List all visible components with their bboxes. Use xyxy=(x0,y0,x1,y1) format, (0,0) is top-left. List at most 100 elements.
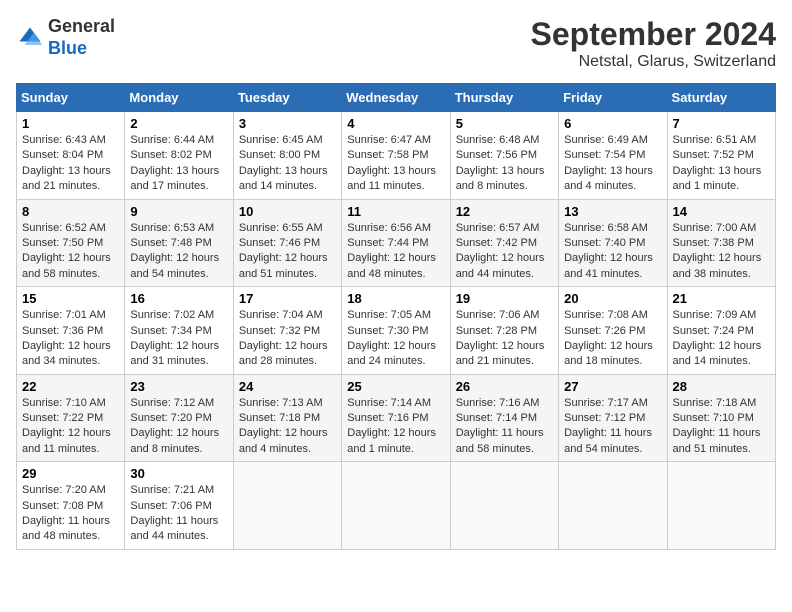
day-info: Sunrise: 6:51 AM Sunset: 7:52 PM Dayligh… xyxy=(673,133,770,195)
day-info: Sunrise: 6:52 AM Sunset: 7:50 PM Dayligh… xyxy=(22,221,119,283)
calendar-day-cell: 14Sunrise: 7:00 AM Sunset: 7:38 PM Dayli… xyxy=(667,199,775,287)
day-number: 28 xyxy=(673,379,770,394)
weekday-header: Saturday xyxy=(667,84,775,112)
calendar-day-cell: 21 Sunrise: 7:09 AM Sunset: 7:24 PM Dayli… xyxy=(667,287,775,375)
title-block: September 2024 Netstal, Glarus, Switzerl… xyxy=(531,16,776,71)
calendar-header: SundayMondayTuesdayWednesdayThursdayFrid… xyxy=(17,84,776,112)
logo: General Blue xyxy=(16,16,115,59)
calendar-day-cell: 16 Sunrise: 7:02 AM Sunset: 7:34 PM Dayli… xyxy=(125,287,233,375)
day-info: Sunrise: 6:45 AM Sunset: 8:00 PM Dayligh… xyxy=(239,133,336,195)
day-number: 23 xyxy=(130,379,227,394)
day-info: Sunrise: 6:57 AM Sunset: 7:42 PM Dayligh… xyxy=(456,221,553,283)
calendar-day-cell: 13Sunrise: 6:58 AM Sunset: 7:40 PM Dayli… xyxy=(559,199,667,287)
day-number: 2 xyxy=(130,116,227,131)
day-number: 24 xyxy=(239,379,336,394)
day-number: 1 xyxy=(22,116,119,131)
day-number: 18 xyxy=(347,291,444,306)
month-title: September 2024 xyxy=(531,16,776,53)
calendar-day-cell: 2 Sunrise: 6:44 AM Sunset: 8:02 PM Daylig… xyxy=(125,112,233,200)
page-header: General Blue September 2024 Netstal, Gla… xyxy=(16,16,776,71)
logo-blue: Blue xyxy=(48,38,87,58)
calendar-day-cell xyxy=(233,462,341,550)
day-info: Sunrise: 7:18 AM Sunset: 7:10 PM Dayligh… xyxy=(673,396,770,458)
day-number: 26 xyxy=(456,379,553,394)
calendar-day-cell: 17Sunrise: 7:04 AM Sunset: 7:32 PM Dayli… xyxy=(233,287,341,375)
day-info: Sunrise: 7:08 AM Sunset: 7:26 PM Dayligh… xyxy=(564,308,661,370)
day-number: 7 xyxy=(673,116,770,131)
calendar-table: SundayMondayTuesdayWednesdayThursdayFrid… xyxy=(16,83,776,550)
calendar-day-cell: 8 Sunrise: 6:52 AM Sunset: 7:50 PM Daylig… xyxy=(17,199,125,287)
day-info: Sunrise: 7:17 AM Sunset: 7:12 PM Dayligh… xyxy=(564,396,661,458)
logo-text: General Blue xyxy=(48,16,115,59)
calendar-day-cell: 18 Sunrise: 7:05 AM Sunset: 7:30 PM Dayli… xyxy=(342,287,450,375)
day-info: Sunrise: 7:16 AM Sunset: 7:14 PM Dayligh… xyxy=(456,396,553,458)
day-info: Sunrise: 6:44 AM Sunset: 8:02 PM Dayligh… xyxy=(130,133,227,195)
calendar-day-cell: 30 Sunrise: 7:21 AM Sunset: 7:06 PM Dayli… xyxy=(125,462,233,550)
day-number: 5 xyxy=(456,116,553,131)
calendar-day-cell: 20Sunrise: 7:08 AM Sunset: 7:26 PM Dayli… xyxy=(559,287,667,375)
day-info: Sunrise: 6:53 AM Sunset: 7:48 PM Dayligh… xyxy=(130,221,227,283)
day-number: 21 xyxy=(673,291,770,306)
calendar-day-cell: 15Sunrise: 7:01 AM Sunset: 7:36 PM Dayli… xyxy=(17,287,125,375)
day-number: 4 xyxy=(347,116,444,131)
weekday-header: Tuesday xyxy=(233,84,341,112)
day-info: Sunrise: 7:01 AM Sunset: 7:36 PM Dayligh… xyxy=(22,308,119,370)
weekday-header: Wednesday xyxy=(342,84,450,112)
day-info: Sunrise: 7:00 AM Sunset: 7:38 PM Dayligh… xyxy=(673,221,770,283)
day-info: Sunrise: 6:56 AM Sunset: 7:44 PM Dayligh… xyxy=(347,221,444,283)
location: Netstal, Glarus, Switzerland xyxy=(531,53,776,71)
calendar-day-cell: 24 Sunrise: 7:13 AM Sunset: 7:18 PM Dayli… xyxy=(233,374,341,462)
day-number: 8 xyxy=(22,204,119,219)
calendar-week-row: 15Sunrise: 7:01 AM Sunset: 7:36 PM Dayli… xyxy=(17,287,776,375)
day-info: Sunrise: 7:21 AM Sunset: 7:06 PM Dayligh… xyxy=(130,483,227,545)
day-number: 19 xyxy=(456,291,553,306)
day-number: 3 xyxy=(239,116,336,131)
calendar-day-cell: 9 Sunrise: 6:53 AM Sunset: 7:48 PM Daylig… xyxy=(125,199,233,287)
day-number: 22 xyxy=(22,379,119,394)
day-number: 27 xyxy=(564,379,661,394)
weekday-header: Friday xyxy=(559,84,667,112)
calendar-day-cell: 27 Sunrise: 7:17 AM Sunset: 7:12 PM Dayli… xyxy=(559,374,667,462)
day-number: 29 xyxy=(22,466,119,481)
calendar-day-cell: 11 Sunrise: 6:56 AM Sunset: 7:44 PM Dayli… xyxy=(342,199,450,287)
day-info: Sunrise: 7:10 AM Sunset: 7:22 PM Dayligh… xyxy=(22,396,119,458)
calendar-day-cell xyxy=(342,462,450,550)
weekday-header: Monday xyxy=(125,84,233,112)
calendar-day-cell: 5 Sunrise: 6:48 AM Sunset: 7:56 PM Daylig… xyxy=(450,112,558,200)
day-number: 25 xyxy=(347,379,444,394)
day-info: Sunrise: 6:47 AM Sunset: 7:58 PM Dayligh… xyxy=(347,133,444,195)
calendar-day-cell: 3 Sunrise: 6:45 AM Sunset: 8:00 PM Daylig… xyxy=(233,112,341,200)
day-info: Sunrise: 7:02 AM Sunset: 7:34 PM Dayligh… xyxy=(130,308,227,370)
day-number: 30 xyxy=(130,466,227,481)
logo-general: General xyxy=(48,16,115,36)
calendar-day-cell: 6 Sunrise: 6:49 AM Sunset: 7:54 PM Daylig… xyxy=(559,112,667,200)
calendar-day-cell: 25Sunrise: 7:14 AM Sunset: 7:16 PM Dayli… xyxy=(342,374,450,462)
day-info: Sunrise: 6:55 AM Sunset: 7:46 PM Dayligh… xyxy=(239,221,336,283)
day-info: Sunrise: 6:58 AM Sunset: 7:40 PM Dayligh… xyxy=(564,221,661,283)
calendar-day-cell: 10 Sunrise: 6:55 AM Sunset: 7:46 PM Dayli… xyxy=(233,199,341,287)
day-info: Sunrise: 7:12 AM Sunset: 7:20 PM Dayligh… xyxy=(130,396,227,458)
day-info: Sunrise: 7:06 AM Sunset: 7:28 PM Dayligh… xyxy=(456,308,553,370)
weekday-header: Sunday xyxy=(17,84,125,112)
logo-icon xyxy=(16,24,44,52)
day-info: Sunrise: 7:05 AM Sunset: 7:30 PM Dayligh… xyxy=(347,308,444,370)
calendar-week-row: 8 Sunrise: 6:52 AM Sunset: 7:50 PM Daylig… xyxy=(17,199,776,287)
day-number: 11 xyxy=(347,204,444,219)
day-number: 10 xyxy=(239,204,336,219)
calendar-day-cell: 19 Sunrise: 7:06 AM Sunset: 7:28 PM Dayli… xyxy=(450,287,558,375)
day-info: Sunrise: 6:48 AM Sunset: 7:56 PM Dayligh… xyxy=(456,133,553,195)
weekday-header-row: SundayMondayTuesdayWednesdayThursdayFrid… xyxy=(17,84,776,112)
calendar-week-row: 29Sunrise: 7:20 AM Sunset: 7:08 PM Dayli… xyxy=(17,462,776,550)
day-number: 9 xyxy=(130,204,227,219)
day-info: Sunrise: 7:09 AM Sunset: 7:24 PM Dayligh… xyxy=(673,308,770,370)
day-number: 6 xyxy=(564,116,661,131)
day-number: 17 xyxy=(239,291,336,306)
calendar-body: 1Sunrise: 6:43 AM Sunset: 8:04 PM Daylig… xyxy=(17,112,776,550)
calendar-day-cell: 23 Sunrise: 7:12 AM Sunset: 7:20 PM Dayli… xyxy=(125,374,233,462)
day-info: Sunrise: 7:13 AM Sunset: 7:18 PM Dayligh… xyxy=(239,396,336,458)
day-info: Sunrise: 6:49 AM Sunset: 7:54 PM Dayligh… xyxy=(564,133,661,195)
calendar-day-cell: 12Sunrise: 6:57 AM Sunset: 7:42 PM Dayli… xyxy=(450,199,558,287)
calendar-day-cell xyxy=(667,462,775,550)
calendar-day-cell: 28 Sunrise: 7:18 AM Sunset: 7:10 PM Dayli… xyxy=(667,374,775,462)
day-number: 16 xyxy=(130,291,227,306)
